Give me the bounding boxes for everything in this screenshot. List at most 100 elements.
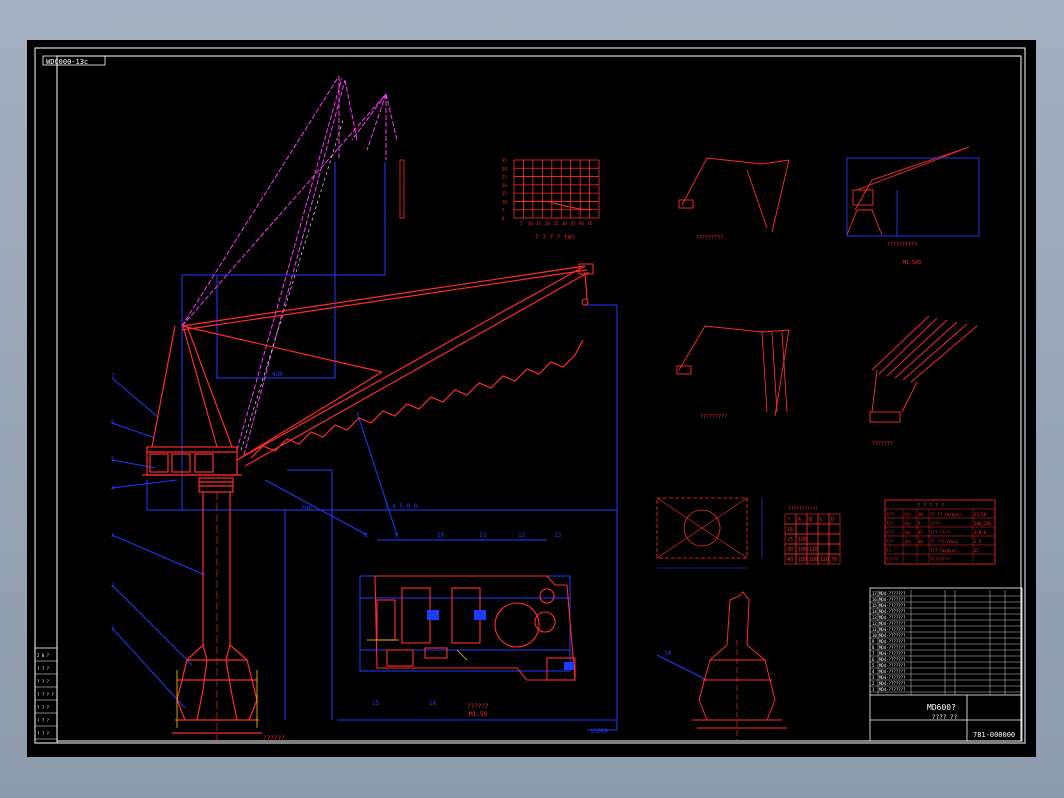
- svg-text:5: 5: [111, 456, 115, 463]
- crane-elevation: 430 280 5 4 5 0 0 15000: [111, 75, 708, 740]
- small-table-cell: [817, 533, 830, 545]
- param-table-cell: ???: [886, 512, 894, 517]
- small-table-cell-text: D: [831, 517, 834, 523]
- bom-row-number: 14: [872, 609, 877, 614]
- chart-y-tick: 35: [502, 158, 507, 163]
- svg-text:15: 15: [372, 700, 380, 707]
- drawing-subtitle: ???? ??: [932, 714, 958, 721]
- bom-row-number: 11: [872, 627, 877, 632]
- bom-row-code: MD4-???????: [879, 639, 906, 644]
- bom-row-number: 4: [872, 669, 875, 674]
- dim-3: 5 4 5 0 0: [385, 503, 418, 510]
- dim-1: 430: [272, 371, 283, 378]
- small-table-cell: [828, 543, 841, 555]
- param-table-cell: 180/250: [974, 521, 991, 526]
- chart-point: [538, 200, 541, 203]
- detail-c-label: ??????????: [887, 242, 917, 248]
- param-table-cell: 5: [918, 521, 921, 526]
- chart-y-tick: 25: [502, 175, 507, 180]
- svg-text:2: 2: [111, 582, 115, 589]
- left-strip-text: ? ? ?: [37, 731, 50, 736]
- chart-y-tick: 0: [502, 216, 505, 221]
- svg-text:6: 6: [111, 419, 115, 426]
- small-table-cell-text: C: [820, 517, 823, 523]
- left-strip-text: ? ? ?: [37, 666, 50, 671]
- chart-y-tick: 30: [502, 166, 507, 171]
- dim-2: 280: [301, 505, 312, 512]
- dim-4: 15000: [590, 728, 608, 735]
- bom-row-code: MD4-???????: [879, 615, 906, 620]
- param-table-cell: ?????: [886, 557, 899, 562]
- svg-text:4: 4: [111, 485, 115, 492]
- elevation-label: ??????: [263, 735, 285, 742]
- bom-row-number: 13: [872, 615, 877, 620]
- chart-point: [581, 208, 583, 211]
- small-table: ???????????? A B C D1625 10030 100 12040 180 180 1…: [784, 506, 841, 565]
- svg-text:13: 13: [554, 532, 562, 539]
- bom-row-code: MD4-???????: [879, 669, 906, 674]
- param-table-title: ? ? ? ? ?: [917, 503, 944, 509]
- crane-drawing: WDC000-13c 2 0 ?? ? ?? ? ?? ? ? ?? ? ?? …: [34, 47, 1026, 744]
- param-table-cell: 25: [974, 548, 979, 553]
- param-table-cell: ?? ??(r/min): [930, 539, 959, 544]
- small-table-cell-text: A: [798, 517, 801, 523]
- svg-text:7: 7: [111, 373, 115, 380]
- bom-row-code: MD4-???????: [879, 645, 906, 650]
- plan-scale: M1:50: [469, 711, 487, 718]
- svg-text:11: 11: [479, 532, 487, 539]
- drawing-number: 781-000000: [973, 731, 1015, 739]
- small-table-cell: [828, 523, 841, 535]
- bom-row-number: 9: [872, 639, 875, 644]
- detail-c-scale: M1:500: [903, 260, 921, 266]
- rear-portal-view: [692, 591, 787, 740]
- svg-text:12: 12: [518, 532, 526, 539]
- small-table-cell: [828, 533, 841, 545]
- outer-frame: [34, 47, 1026, 744]
- small-table-cell-text: 70: [831, 557, 837, 563]
- chart-x-tick: 5: [520, 221, 523, 226]
- drawing-title: MD600?: [927, 703, 956, 712]
- detail-a-label: ?????????: [696, 235, 723, 241]
- chart-x-tick: 20: [545, 221, 550, 226]
- svg-text:8: 8: [364, 532, 368, 539]
- bom-row-code: MD4-???????: [879, 627, 906, 632]
- cad-viewport[interactable]: WDC000-13c 2 0 ?? ? ?? ? ?? ? ? ?? ? ?? …: [27, 40, 1036, 757]
- bom-row-number: 6: [872, 657, 875, 662]
- param-table-cell: 30: [918, 539, 923, 544]
- bom-row-number: 1: [872, 687, 875, 692]
- bom-row-number: 8: [872, 645, 875, 650]
- bom-row-code: MD4-???????: [879, 687, 906, 692]
- detail-b-label: ?????????: [700, 414, 727, 420]
- bom-row-code: MD4-???????: [879, 609, 906, 614]
- param-table-cell: 3/0.8: [974, 530, 987, 535]
- title-tag: WDC000-13c: [46, 58, 88, 66]
- chart-x-tick: 35: [571, 221, 576, 226]
- bom-row-number: 3: [872, 675, 875, 680]
- bom-row-code: MD4-???????: [879, 621, 906, 626]
- param-table-cell: (t): [904, 512, 911, 517]
- param-table-cell: 10: [918, 512, 923, 517]
- bom-row-number: 15: [872, 603, 877, 608]
- small-table-cell-text: 180: [798, 557, 807, 563]
- param-table-cell: ?? ?? (m/min): [930, 512, 961, 517]
- small-table-cell: [806, 533, 819, 545]
- bom-row-code: MD4-???????: [879, 651, 906, 656]
- chart-x-tick: 30: [562, 221, 567, 226]
- small-table-cell-text: 25: [787, 537, 793, 543]
- small-table-cell-text: 120: [820, 557, 829, 563]
- load-chart: 5 10 15 20 25 30 35 40 4505101520253035 ? ? ? ? …: [502, 158, 600, 241]
- chart-y-tick: 15: [502, 191, 507, 196]
- param-table-cell: ????: [930, 521, 940, 526]
- chart-x-tick: 40: [579, 221, 584, 226]
- bom-row-number: 10: [872, 633, 877, 638]
- chart-point: [547, 200, 549, 203]
- svg-text:3: 3: [111, 532, 115, 539]
- detail-sketches: ????????? ????????? ?????????? M1:500 ??…: [676, 146, 980, 447]
- bom-row-number: 7: [872, 651, 875, 656]
- title-block: 17 MD4-???????16 MD4-???????15 MD4-???????1…: [869, 587, 1023, 742]
- small-table-cell: [817, 523, 830, 535]
- small-table-cell-text: 100: [798, 537, 807, 543]
- chart-y-tick: 10: [502, 199, 507, 204]
- chart-x-tick: 15: [537, 221, 542, 226]
- footprint-diagram: [656, 497, 763, 569]
